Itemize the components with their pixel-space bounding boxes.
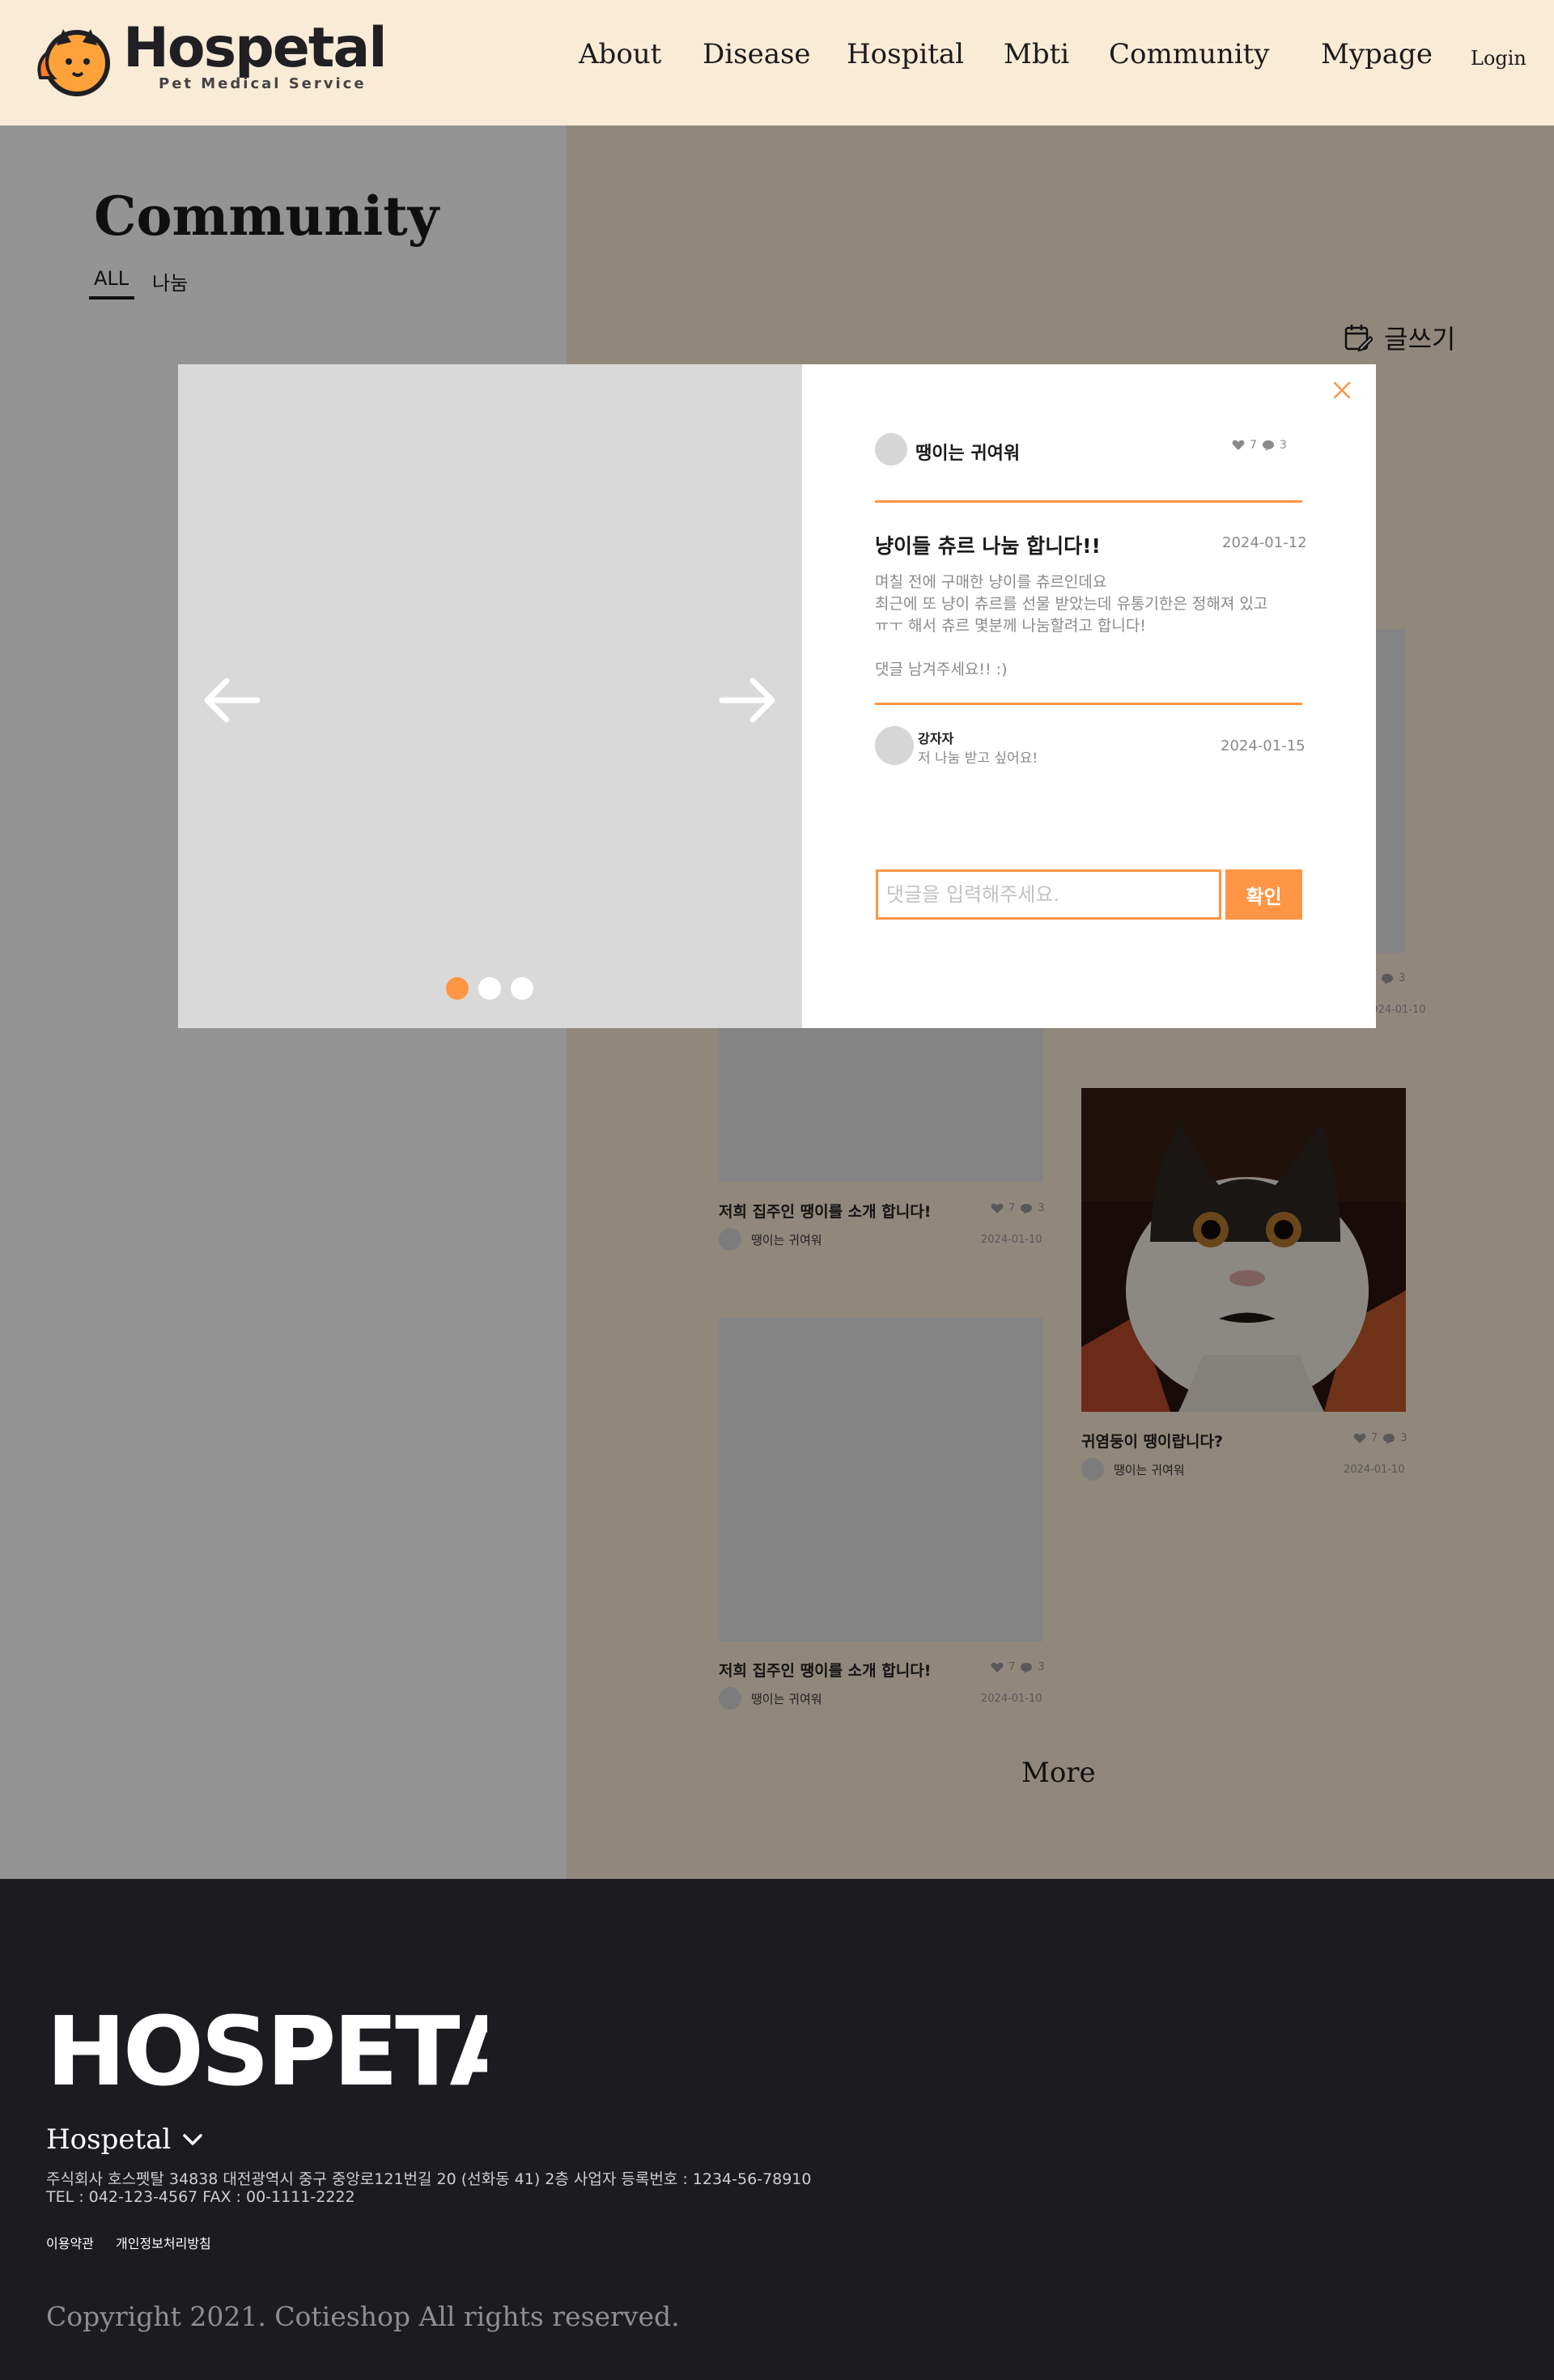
post-date: 2024-01-12 — [1222, 534, 1307, 551]
close-icon[interactable] — [1331, 379, 1353, 402]
post-author: 땡이는 귀여워 — [915, 444, 1021, 464]
comment-avatar — [875, 726, 914, 765]
comment-text: 저 나눔 받고 싶어요! — [918, 750, 1038, 767]
nav-about[interactable]: About — [579, 38, 661, 70]
arrow-right-icon[interactable] — [717, 669, 779, 731]
divider — [875, 500, 1302, 503]
post-stats: 7 3 — [1232, 439, 1287, 452]
divider — [875, 703, 1302, 705]
slider-dot[interactable] — [446, 977, 469, 1000]
logo-cat-icon[interactable] — [32, 21, 113, 98]
post-body-line: 며칠 전에 구매한 냥이를 츄르인데요 — [875, 573, 1107, 591]
comment-input[interactable] — [876, 869, 1221, 920]
comment-count: 3 — [1279, 439, 1287, 452]
footer-address: 주식회사 호스펫탈 34838 대전광역시 중구 중앙로121번길 20 (선화… — [46, 2170, 812, 2188]
login-link[interactable]: Login — [1471, 47, 1526, 70]
comment-submit-button[interactable]: 확인 — [1225, 869, 1302, 920]
post-title: 냥이들 츄르 나눔 합니다!! — [875, 534, 1101, 558]
image-slider — [178, 364, 802, 1028]
nav-disease[interactable]: Disease — [703, 38, 811, 70]
slider-dot[interactable] — [511, 977, 533, 1000]
footer-company-name: Hospetal — [46, 2123, 172, 2156]
post-body-line: 댓글 남겨주세요!! :) — [875, 661, 1008, 678]
like-count: 7 — [1250, 439, 1257, 452]
comment-author: 강자자 — [918, 731, 954, 746]
site-footer: HOSPETAL Hospetal 주식회사 호스펫탈 34838 대전광역시 … — [0, 1879, 1554, 2380]
nav-mbti[interactable]: Mbti — [1004, 38, 1069, 70]
copyright: Copyright 2021. Cotieshop All rights res… — [46, 2301, 680, 2332]
footer-logo: HOSPETAL — [46, 2000, 487, 2097]
nav-mypage[interactable]: Mypage — [1321, 38, 1433, 70]
heart-icon[interactable] — [1232, 440, 1245, 451]
footer-contact: TEL : 042-123-4567 FAX : 00-1111-2222 — [46, 2188, 355, 2206]
nav-community[interactable]: Community — [1109, 38, 1270, 70]
arrow-left-icon[interactable] — [201, 669, 262, 731]
logo-wordmark[interactable]: Hospetal — [123, 19, 388, 78]
site-header: Hospetal Pet Medical Service About Disea… — [0, 0, 1554, 125]
nav-hospital[interactable]: Hospital — [847, 38, 964, 70]
footer-company-toggle[interactable]: Hospetal — [46, 2123, 203, 2156]
terms-link[interactable]: 이용약관 — [46, 2233, 94, 2252]
comment-date: 2024-01-15 — [1221, 737, 1306, 754]
slider-dot[interactable] — [478, 977, 501, 1000]
slider-dots — [446, 977, 533, 1000]
chevron-down-icon — [183, 2134, 203, 2145]
post-body-line: 최근에 또 냥이 츄르를 선물 받았는데 유통기한은 정해져 있고 — [875, 595, 1268, 613]
logo-tagline: Pet Medical Service — [159, 75, 367, 92]
author-avatar — [875, 433, 907, 465]
comment-icon — [1262, 440, 1274, 451]
post-body-line: ㅠㅜ 해서 츄르 몇분께 나눔할려고 합니다! — [875, 617, 1146, 635]
privacy-link[interactable]: 개인정보처리방침 — [116, 2233, 211, 2252]
post-modal: 땡이는 귀여워 7 3 냥이들 츄르 나눔 합니다!! 2024-01-12 며… — [178, 364, 1376, 1028]
footer-logo-word: HOSPETAL — [46, 2000, 487, 2097]
